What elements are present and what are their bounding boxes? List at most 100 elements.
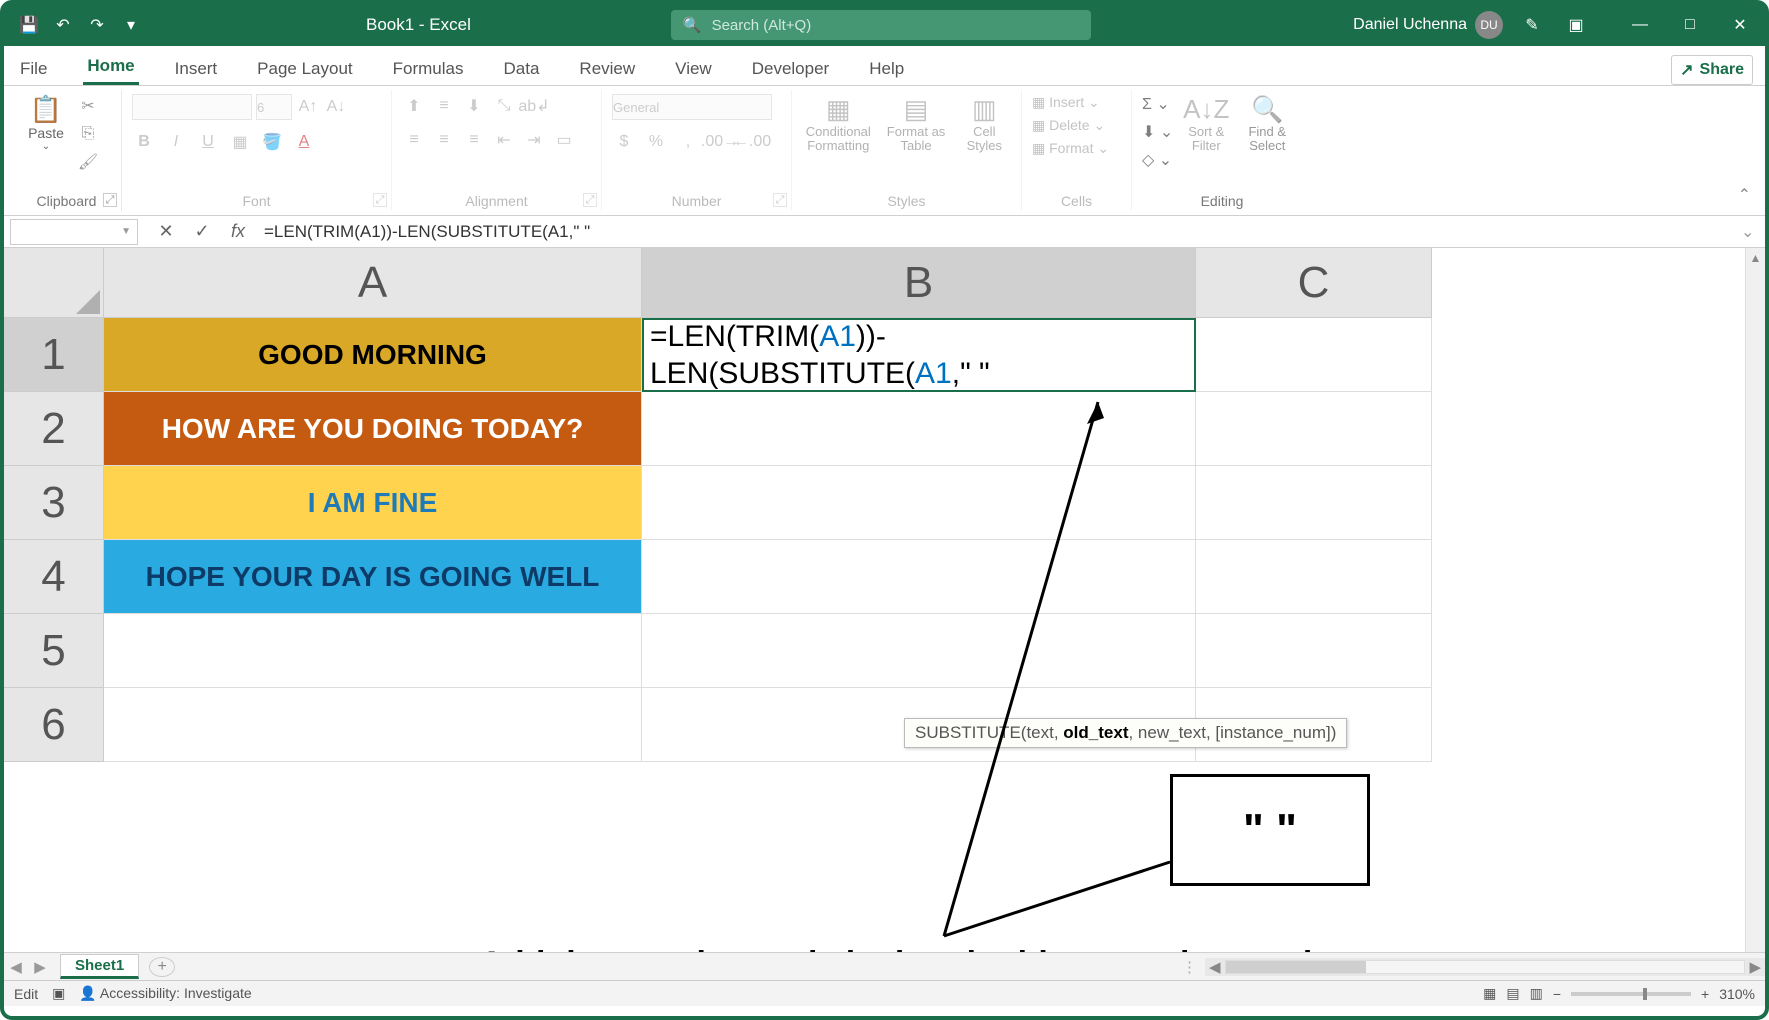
align-center-icon[interactable]: ≡ <box>432 128 456 152</box>
accounting-icon[interactable]: $ <box>612 130 636 154</box>
sort-filter-button[interactable]: A↓Z Sort & Filter <box>1181 94 1231 154</box>
cell-b5[interactable] <box>642 614 1196 688</box>
format-painter-icon[interactable]: 🖌 <box>76 150 100 174</box>
comma-icon[interactable]: , <box>676 130 700 154</box>
increase-indent-icon[interactable]: ⇥ <box>522 128 546 152</box>
maximize-button[interactable]: □ <box>1675 10 1705 40</box>
close-button[interactable]: ✕ <box>1725 10 1755 40</box>
view-page-break-icon[interactable]: ▥ <box>1530 985 1543 1002</box>
cell-c5[interactable] <box>1196 614 1432 688</box>
underline-icon[interactable]: U <box>196 130 220 154</box>
format-as-table-button[interactable]: ▤ Format as Table <box>885 94 948 154</box>
redo-icon[interactable]: ↷ <box>82 10 112 40</box>
number-format-select[interactable] <box>612 94 772 120</box>
hscroll-track[interactable] <box>1225 960 1746 974</box>
cell-a4[interactable]: HOPE YOUR DAY IS GOING WELL <box>104 540 642 614</box>
cell-b4[interactable] <box>642 540 1196 614</box>
status-accessibility[interactable]: 👤 Accessibility: Investigate <box>79 985 251 1002</box>
conditional-formatting-button[interactable]: ▦ Conditional Formatting <box>802 94 875 154</box>
alignment-launcher[interactable]: ⤢ <box>583 193 597 207</box>
merge-icon[interactable]: ▭ <box>552 128 576 152</box>
search-box[interactable]: 🔍 Search (Alt+Q) <box>671 10 1091 40</box>
status-macro-icon[interactable]: ▣ <box>52 985 65 1002</box>
borders-icon[interactable]: ▦ <box>228 130 252 154</box>
hscroll-thumb[interactable] <box>1226 961 1366 973</box>
qat-customize-icon[interactable]: ▾ <box>116 10 146 40</box>
col-header-a[interactable]: A <box>104 248 642 318</box>
row-header-6[interactable]: 6 <box>4 688 104 762</box>
share-button[interactable]: ↗ Share <box>1671 55 1753 85</box>
cell-c4[interactable] <box>1196 540 1432 614</box>
paste-button[interactable]: 📋 Paste ⌄ <box>22 94 70 152</box>
clipboard-launcher[interactable]: ⤢ <box>103 193 117 207</box>
cell-c1[interactable] <box>1196 318 1432 392</box>
decrease-indent-icon[interactable]: ⇤ <box>492 128 516 152</box>
worksheet-grid[interactable]: A B C 1 2 3 4 5 6 GOOD MORNING =LEN(TRIM… <box>4 248 1765 952</box>
percent-icon[interactable]: % <box>644 130 668 154</box>
sheet-tab-1[interactable]: Sheet1 <box>60 954 139 979</box>
horizontal-scrollbar[interactable]: ◀ ▶ <box>1205 958 1765 976</box>
sheet-nav-prev[interactable]: ◀ <box>4 958 28 976</box>
tab-file[interactable]: File <box>16 53 51 85</box>
decrease-decimal-icon[interactable]: ←.00 <box>740 130 764 154</box>
increase-decimal-icon[interactable]: .00→ <box>708 130 732 154</box>
sheet-nav-next[interactable]: ▶ <box>28 958 52 976</box>
accept-formula-icon[interactable]: ✓ <box>184 221 220 242</box>
align-middle-icon[interactable]: ≡ <box>432 94 456 118</box>
decrease-font-icon[interactable]: A↓ <box>324 95 348 119</box>
zoom-slider[interactable] <box>1571 992 1691 996</box>
cells-format-button[interactable]: ▦ Format ⌄ <box>1032 140 1109 157</box>
zoom-level[interactable]: 310% <box>1719 986 1755 1002</box>
cell-c2[interactable] <box>1196 392 1432 466</box>
formula-input[interactable]: =LEN(TRIM(A1))-LEN(SUBSTITUTE(A1," " <box>256 222 1741 242</box>
orientation-icon[interactable]: ⤡ <box>492 94 516 118</box>
tab-view[interactable]: View <box>671 53 716 85</box>
cell-a5[interactable] <box>104 614 642 688</box>
zoom-out-icon[interactable]: − <box>1553 986 1561 1002</box>
autosum-icon[interactable]: Σ ⌄ <box>1142 94 1173 114</box>
collapse-ribbon-icon[interactable]: ⌃ <box>1732 179 1757 211</box>
row-header-5[interactable]: 5 <box>4 614 104 688</box>
find-select-button[interactable]: 🔍 Find & Select <box>1239 94 1295 154</box>
cell-b2[interactable] <box>642 392 1196 466</box>
cell-a2[interactable]: HOW ARE YOU DOING TODAY? <box>104 392 642 466</box>
font-color-icon[interactable]: A <box>292 130 316 154</box>
align-bottom-icon[interactable]: ⬇ <box>462 94 486 118</box>
expand-formula-bar-icon[interactable]: ⌄ <box>1741 222 1765 242</box>
cells-insert-button[interactable]: ▦ Insert ⌄ <box>1032 94 1100 111</box>
cell-styles-button[interactable]: ▥ Cell Styles <box>958 94 1011 154</box>
font-launcher[interactable]: ⤢ <box>373 193 387 207</box>
tab-help[interactable]: Help <box>865 53 908 85</box>
zoom-in-icon[interactable]: + <box>1701 986 1709 1002</box>
tab-data[interactable]: Data <box>500 53 544 85</box>
cell-a6[interactable] <box>104 688 642 762</box>
cell-b3[interactable] <box>642 466 1196 540</box>
pen-icon[interactable]: ✎ <box>1517 10 1547 40</box>
font-size-input[interactable] <box>256 94 292 120</box>
fill-color-icon[interactable]: 🪣 <box>260 130 284 154</box>
col-header-b[interactable]: B <box>642 248 1196 318</box>
undo-icon[interactable]: ↶ <box>48 10 78 40</box>
wrap-text-icon[interactable]: ab↲ <box>522 94 546 118</box>
view-normal-icon[interactable]: ▦ <box>1483 985 1496 1002</box>
bold-icon[interactable]: B <box>132 130 156 154</box>
tab-formulas[interactable]: Formulas <box>389 53 468 85</box>
align-left-icon[interactable]: ≡ <box>402 128 426 152</box>
tab-developer[interactable]: Developer <box>748 53 834 85</box>
scroll-left-icon[interactable]: ◀ <box>1205 958 1225 976</box>
tab-review[interactable]: Review <box>575 53 639 85</box>
row-header-4[interactable]: 4 <box>4 540 104 614</box>
cells-delete-button[interactable]: ▦ Delete ⌄ <box>1032 117 1105 134</box>
increase-font-icon[interactable]: A↑ <box>296 95 320 119</box>
fx-icon[interactable]: fx <box>220 221 256 242</box>
tab-page-layout[interactable]: Page Layout <box>253 53 356 85</box>
cell-b1[interactable]: =LEN(TRIM(A1))-LEN(SUBSTITUTE(A1," " <box>642 318 1196 392</box>
vertical-scrollbar[interactable]: ▲ <box>1745 248 1765 952</box>
cut-icon[interactable]: ✂ <box>76 94 100 118</box>
minimize-button[interactable]: — <box>1625 10 1655 40</box>
copy-icon[interactable]: ⎘ <box>76 122 100 146</box>
save-icon[interactable]: 💾 <box>14 10 44 40</box>
tab-split-handle[interactable]: ⋮ <box>1182 958 1197 976</box>
number-launcher[interactable]: ⤢ <box>773 193 787 207</box>
clear-icon[interactable]: ◇ ⌄ <box>1142 150 1173 170</box>
